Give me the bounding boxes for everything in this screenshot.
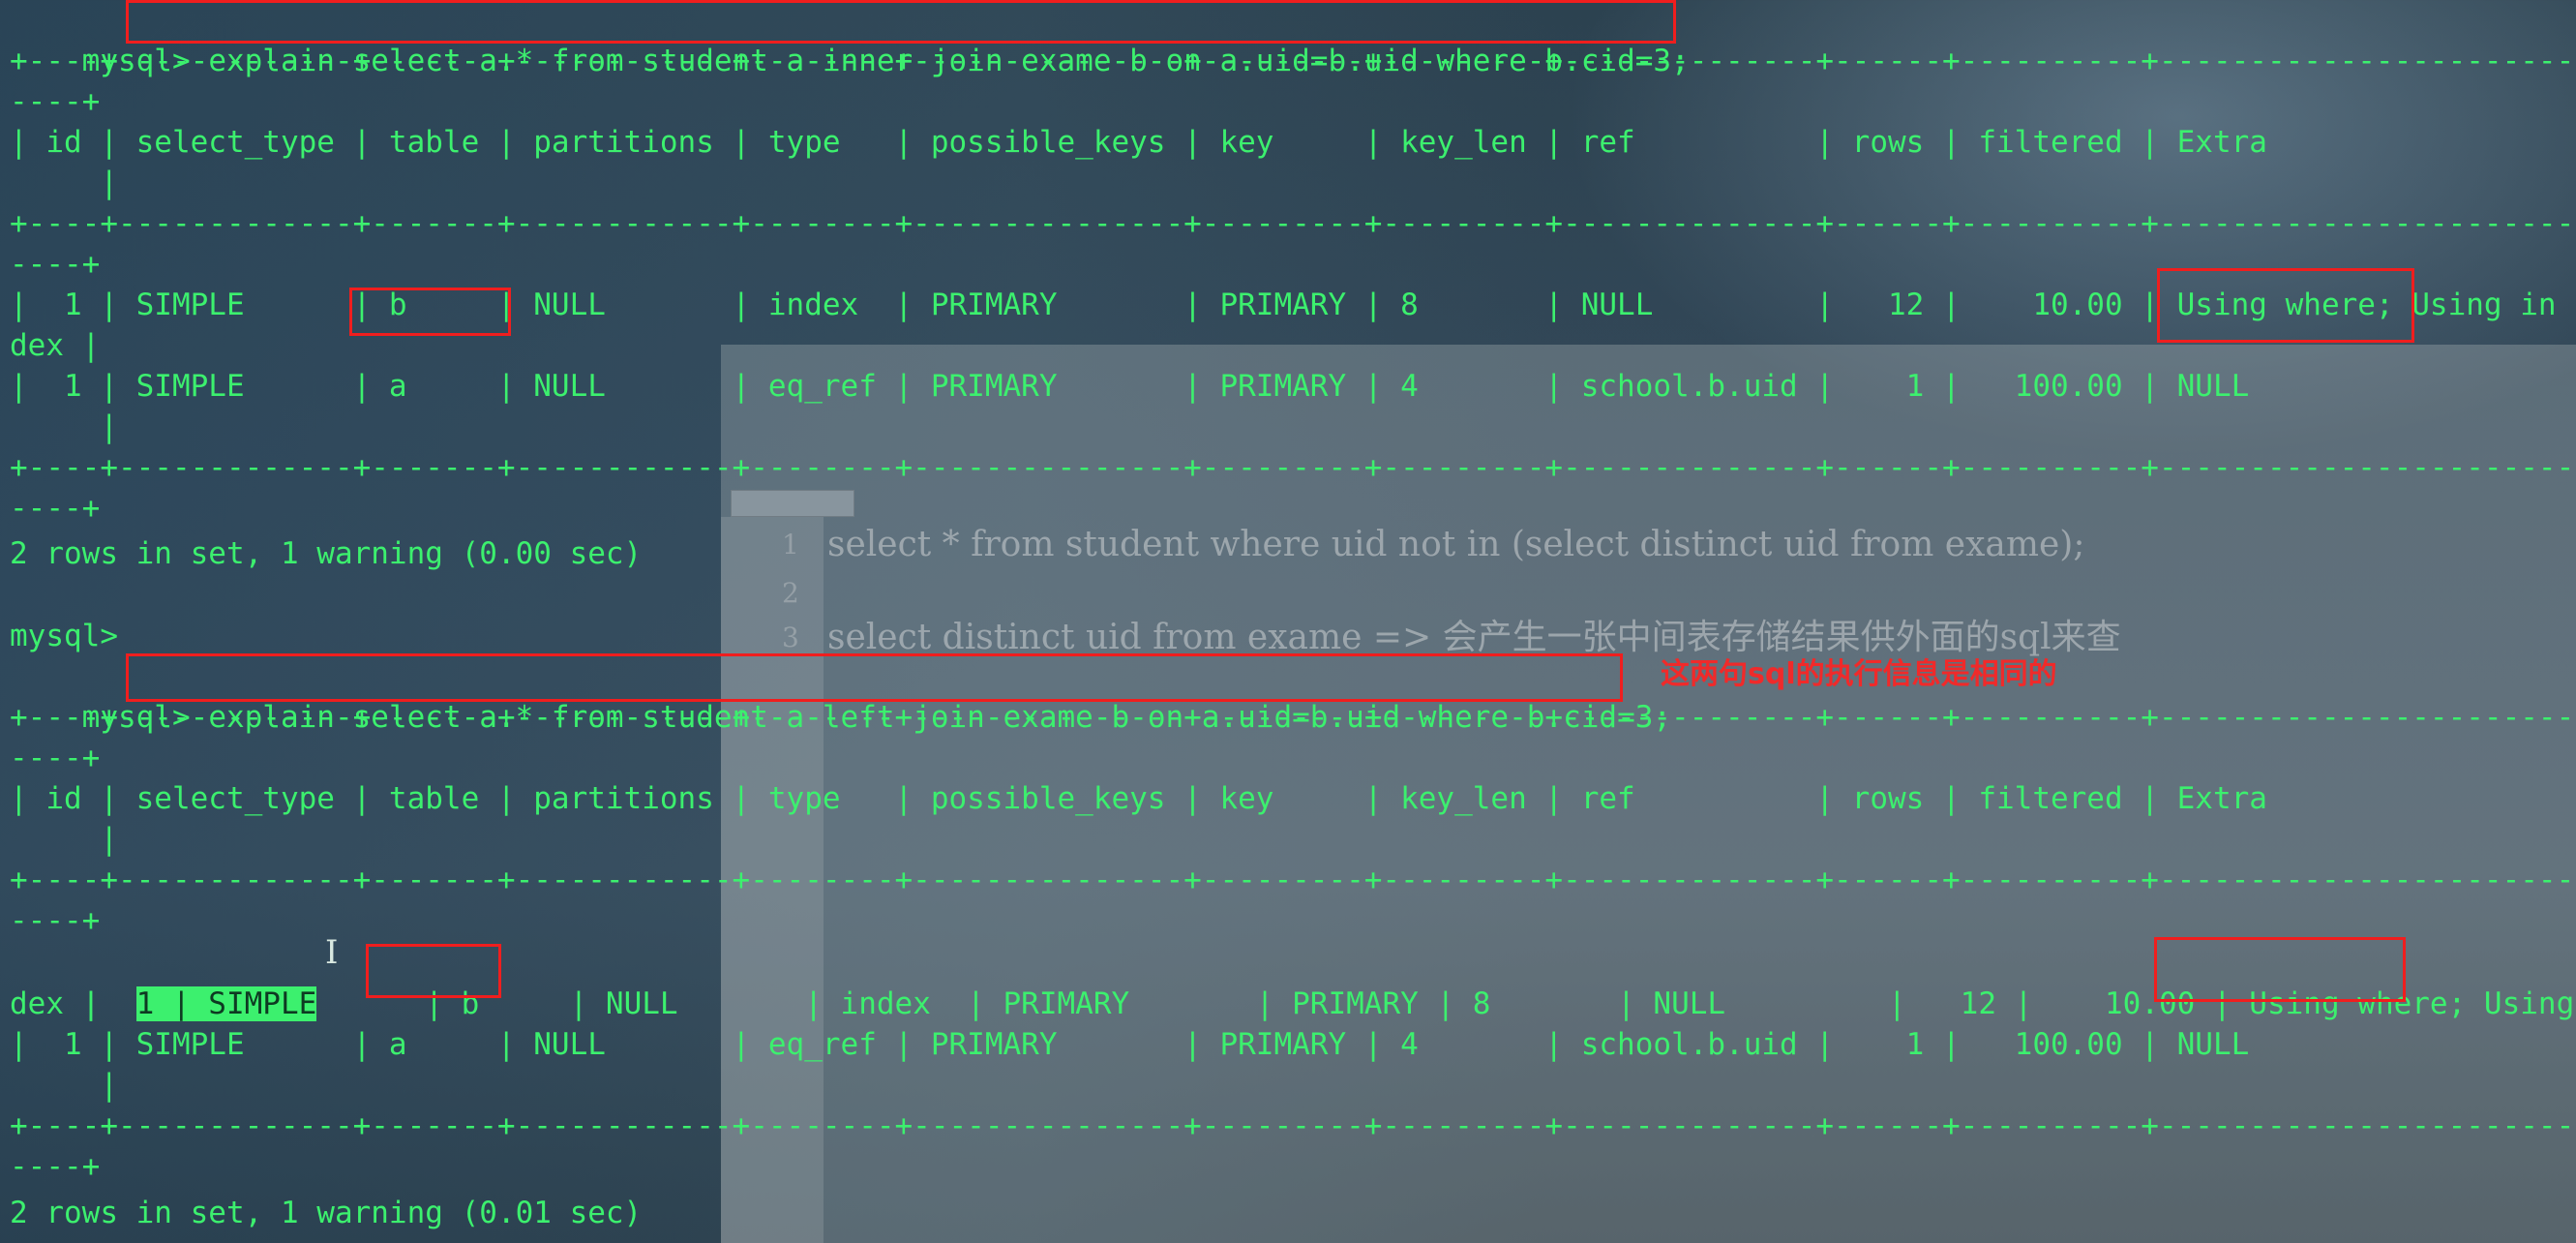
editor-tab bbox=[731, 490, 854, 517]
text-cursor-icon: I bbox=[325, 933, 339, 972]
table-border-wrap: ----+ bbox=[10, 84, 101, 119]
table-border: +----+-------------+-------+------------… bbox=[10, 206, 2576, 241]
table-header-row: | id | select_type | table | partitions … bbox=[10, 781, 2267, 816]
table-row-wrap: dex | bbox=[10, 328, 101, 363]
table-row-wrap: dex | bbox=[10, 986, 101, 1021]
table-row: | 1 | SIMPLE | b | NULL | index | PRIMAR… bbox=[10, 943, 2576, 1021]
table-border-wrap: ----+ bbox=[10, 741, 101, 775]
table-border: +----+-------------+-------+------------… bbox=[10, 863, 2576, 897]
query1-result-summary: 2 rows in set, 1 warning (0.00 sec) bbox=[10, 536, 643, 571]
row-rest: | b | NULL | index | PRIMARY | PRIMARY |… bbox=[316, 986, 2576, 1021]
editor-line-number: 2 bbox=[782, 577, 799, 609]
table-header-wrap: | bbox=[10, 822, 118, 857]
editor-line-number: 1 bbox=[782, 529, 799, 561]
table-row-wrap: | bbox=[10, 409, 118, 444]
table-row: | 1 | SIMPLE | b | NULL | index | PRIMAR… bbox=[10, 288, 2557, 322]
empty-prompt-line: mysql> bbox=[10, 619, 118, 653]
table-row: | 1 | SIMPLE | a | NULL | eq_ref | PRIMA… bbox=[10, 369, 2250, 404]
table-row: | 1 | SIMPLE | a | NULL | eq_ref | PRIMA… bbox=[10, 1027, 2250, 1062]
table-border-wrap: ----+ bbox=[10, 491, 101, 526]
table-border: +----+-------------+-------+------------… bbox=[10, 450, 2576, 485]
table-border: +----+-------------+-------+------------… bbox=[10, 700, 2576, 735]
table-header-row: | id | select_type | table | partitions … bbox=[10, 125, 2267, 160]
table-row-wrap: | bbox=[10, 1068, 118, 1103]
table-border-wrap: ----+ bbox=[10, 1149, 101, 1184]
table-header-wrap: | bbox=[10, 166, 118, 200]
query1-command-line: mysql> explain select a.* from student a… bbox=[10, 0, 1690, 78]
annotation-text: 这两句sql的执行信息是相同的 bbox=[1661, 657, 2057, 691]
mysql-terminal-window[interactable]: 1 2 3 select * from student where uid no… bbox=[0, 0, 2576, 1243]
table-border-wrap: ----+ bbox=[10, 247, 101, 282]
editor-line-1: select * from student where uid not in (… bbox=[827, 525, 2085, 564]
query2-command-line: mysql> explain select a.* from student a… bbox=[10, 656, 1671, 735]
table-border-wrap: ----+ bbox=[10, 903, 101, 938]
selected-text[interactable]: 1 | SIMPLE bbox=[135, 986, 317, 1021]
table-border: +----+-------------+-------+------------… bbox=[10, 1108, 2576, 1143]
editor-line-number: 3 bbox=[782, 622, 799, 653]
query2-result-summary: 2 rows in set, 1 warning (0.01 sec) bbox=[10, 1196, 643, 1230]
table-border: +----+-------------+-------+------------… bbox=[10, 44, 2576, 78]
